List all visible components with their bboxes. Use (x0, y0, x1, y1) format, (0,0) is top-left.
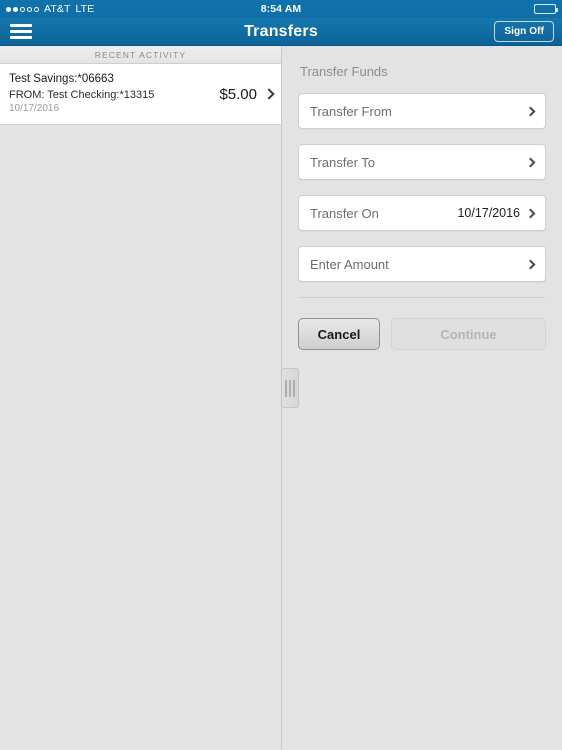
form-heading: Transfer Funds (300, 64, 388, 79)
transaction-date: 10/17/2016 (9, 103, 60, 115)
cancel-button[interactable]: Cancel (298, 318, 380, 350)
transaction-details: Test Savings:*06663 FROM: Test Checking:… (9, 72, 213, 116)
transaction-amount: $5.00 (219, 85, 257, 103)
panel-resize-handle[interactable] (281, 368, 299, 408)
chevron-right-icon (263, 88, 275, 100)
status-bar: AT&T LTE 8:54 AM (0, 0, 562, 18)
transfer-on-field[interactable]: Transfer On 10/17/2016 (298, 195, 546, 231)
continue-button[interactable]: Continue (391, 318, 546, 350)
transfer-to-field[interactable]: Transfer To (298, 144, 546, 180)
enter-amount-field[interactable]: Enter Amount (298, 246, 546, 282)
sign-off-button[interactable]: Sign Off (494, 21, 554, 42)
form-actions: Cancel Continue (298, 318, 546, 350)
transaction-amount-group: $5.00 (213, 85, 275, 103)
transfer-funds-panel: Transfer Funds Transfer From Transfer To… (282, 46, 562, 750)
table-row[interactable]: Test Savings:*06663 FROM: Test Checking:… (0, 64, 281, 126)
chevron-right-icon (525, 157, 536, 167)
chevron-right-icon (525, 106, 536, 116)
transfer-from-field[interactable]: Transfer From (298, 93, 546, 129)
battery-icon (534, 4, 558, 14)
transfer-to-label: Transfer To (310, 154, 376, 170)
transaction-source: FROM: Test Checking:*13315 (9, 88, 155, 101)
transfer-on-value: 10/17/2016 (457, 206, 520, 220)
app-root: AT&T LTE 8:54 AM Transfers Sign Off RECE… (0, 0, 562, 750)
content-area: RECENT ACTIVITY Test Savings:*06663 FROM… (0, 46, 562, 750)
transaction-account: Test Savings:*06663 (9, 73, 114, 85)
status-bar-right (534, 4, 558, 14)
page-title: Transfers (244, 22, 318, 40)
hamburger-menu-icon[interactable] (8, 22, 34, 42)
transfer-on-label: Transfer On (310, 205, 379, 221)
recent-activity-header: RECENT ACTIVITY (0, 46, 281, 64)
enter-amount-label: Enter Amount (310, 256, 389, 272)
chevron-right-icon (525, 208, 536, 218)
chevron-right-icon (525, 259, 536, 269)
navigation-bar: Transfers Sign Off (0, 18, 562, 46)
form-divider (299, 297, 545, 298)
clock-label: 8:54 AM (260, 3, 302, 15)
transfer-from-label: Transfer From (310, 103, 392, 119)
recent-activity-panel: RECENT ACTIVITY Test Savings:*06663 FROM… (0, 46, 282, 750)
